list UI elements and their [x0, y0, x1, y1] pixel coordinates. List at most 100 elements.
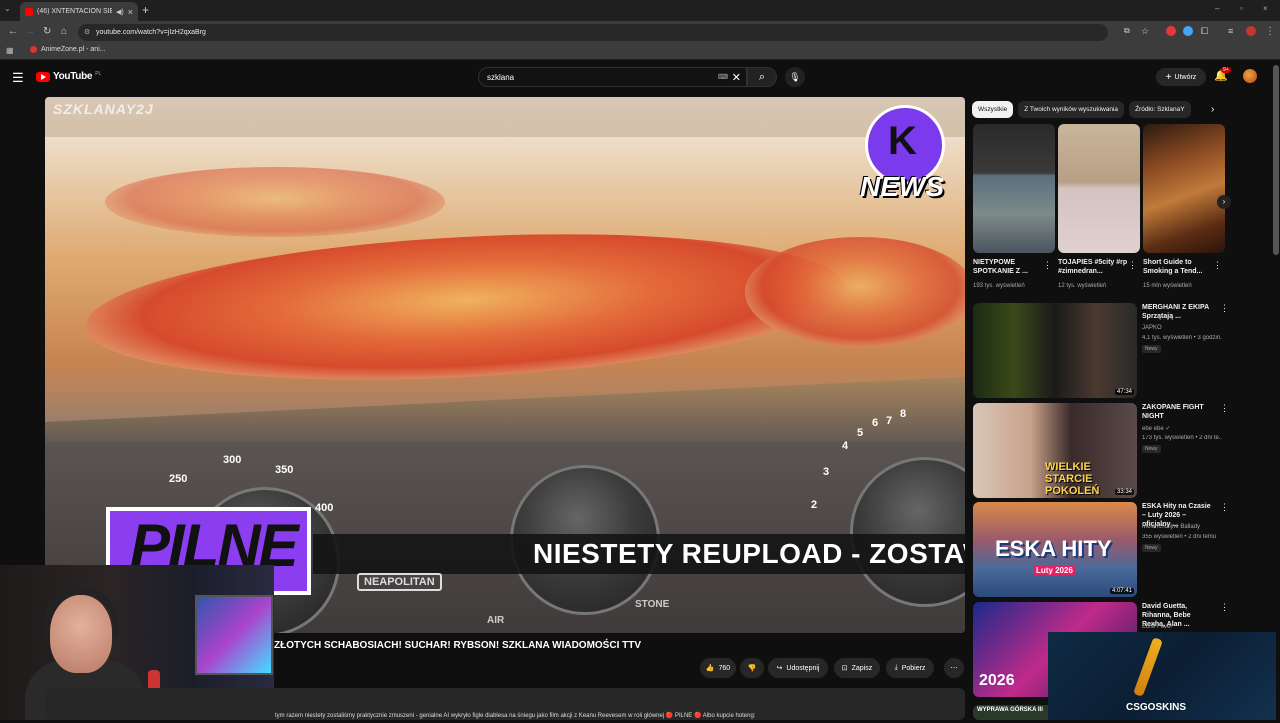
site-info-icon[interactable]: ⚙ [84, 28, 90, 36]
video-duration: 47:34 [1114, 389, 1134, 395]
search-button[interactable]: ⌕ [747, 67, 777, 87]
short-views: 15 mln wyświetleń [1143, 283, 1192, 289]
more-vert-icon[interactable]: ⋮ [1213, 260, 1222, 271]
video-title: ZŁOTYCH SCHABOSIACH! SUCHAR! RYBSON! SZK… [274, 640, 642, 651]
extension-icon[interactable] [1183, 26, 1193, 36]
reload-icon[interactable]: ↻ [43, 26, 51, 37]
chip-source[interactable]: Źródło: SzklanaY [1129, 101, 1191, 118]
short-views: 193 tys. wyświetleń [973, 283, 1025, 289]
media-control-icon[interactable]: ≡ [1228, 26, 1233, 36]
download-button[interactable]: ⤓ Pobierz [886, 658, 934, 678]
recommendation-title[interactable]: ZAKOPANE FIGHT NIGHT [1142, 403, 1214, 421]
chip-all[interactable]: Wszystkie [972, 101, 1014, 118]
share-button[interactable]: ↪ Udostępnij [768, 658, 828, 678]
thumbnail-text: WYPRAWA GÓRSKA III [977, 707, 1043, 713]
youtube-logo[interactable]: YouTube PL [36, 71, 101, 82]
more-vert-icon[interactable]: ⋮ [1043, 260, 1052, 271]
description-text: tym razem niestety zostaliśmy praktyczni… [275, 713, 756, 719]
channel-name[interactable]: Melancholijne Ballady [1142, 524, 1200, 530]
tab-list-icon[interactable]: ⌄ [4, 4, 11, 13]
short-thumbnail[interactable] [1058, 124, 1140, 253]
address-bar-row: ← → ↻ ⌂ ⚙ youtube.com/watch?v=jIzH2qxaBr… [0, 21, 1280, 43]
more-vert-icon[interactable]: ⋮ [1220, 602, 1229, 613]
thumbnail-text: ESKA HITY [995, 536, 1112, 561]
apps-grid-icon[interactable]: ▦ [6, 46, 14, 55]
bookmark-item[interactable]: AnimeZone.pl - ani... [30, 46, 106, 53]
thumbs-down-icon: 👎 [747, 665, 757, 672]
menu-kebab-icon[interactable]: ⋮ [1265, 26, 1275, 37]
extensions-puzzle-icon[interactable]: ⧠ [1201, 26, 1208, 37]
channel-name[interactable]: ebe ebe ✓ [1142, 425, 1170, 432]
oven-mode-label: NEAPOLITAN [357, 573, 442, 591]
video-thumbnail[interactable]: WIELKIE STARCIE POKOLEŃ 33:34 [973, 403, 1137, 498]
new-tab-icon[interactable]: + [142, 3, 149, 17]
bookmark-label: AnimeZone.pl - ani... [41, 46, 106, 53]
csgo-skins-overlay: CSGOSKINS [1048, 632, 1276, 720]
video-duration: 4:07:41 [1109, 588, 1134, 594]
dislike-button[interactable]: 👎 [740, 658, 764, 678]
save-label: Zapisz [851, 664, 873, 672]
short-title[interactable]: TOJAPIES #5city #rp #zimnedran... [1058, 258, 1128, 276]
page-scrollbar[interactable] [1273, 65, 1279, 255]
search-input[interactable]: szklana ⌨ ✕ [478, 67, 747, 87]
bookmark-favicon-icon [30, 46, 37, 53]
video-thumbnail[interactable]: ESKA HITY Luty 2026 4:07:41 [973, 502, 1137, 597]
url-field[interactable]: ⚙ youtube.com/watch?v=jIzH2qxaBrg [78, 24, 1108, 41]
more-actions-button[interactable]: ⋯ [944, 658, 964, 678]
browser-tab[interactable]: (46) XNTENTACION SIĘ CIE... ◀) × [20, 2, 138, 21]
video-stats: 173 tys. wyświetleń • 2 dni te... [1142, 435, 1222, 441]
ticker-text: NIESTETY REUPLOAD - ZOSTAW ŁA [533, 538, 965, 569]
menu-hamburger-icon[interactable]: ☰ [12, 70, 24, 86]
pizza-image [105, 167, 445, 237]
new-badge: Nowy [1142, 544, 1161, 552]
short-title[interactable]: Short Guide to Smoking a Tend... [1143, 258, 1213, 276]
bookmark-star-icon[interactable]: ☆ [1141, 26, 1149, 37]
share-label: Udostępnij [786, 664, 820, 672]
short-thumbnail[interactable] [1143, 124, 1225, 253]
home-icon[interactable]: ⌂ [61, 26, 67, 37]
video-duration: 33:34 [1114, 489, 1134, 495]
back-icon[interactable]: ← [8, 26, 18, 37]
news-ticker: NIESTETY REUPLOAD - ZOSTAW ŁA [313, 534, 965, 574]
video-player[interactable]: 250 300 350 400 2 3 4 5 6 7 8 SZKLANAY2J… [45, 97, 965, 633]
like-button[interactable]: 👍 760 [700, 658, 736, 678]
description-box[interactable]: tym razem niestety zostaliśmy praktyczni… [45, 688, 965, 720]
chevron-right-icon[interactable]: › [1217, 195, 1231, 209]
maximize-icon[interactable]: ▫ [1240, 4, 1243, 13]
more-vert-icon[interactable]: ⋮ [1220, 502, 1229, 513]
youtube-play-icon [36, 71, 50, 82]
new-badge: Nowy [1142, 445, 1161, 453]
dial-label: 2 [811, 499, 818, 511]
chevron-right-icon[interactable]: › [1211, 104, 1214, 115]
more-vert-icon[interactable]: ⋮ [1220, 303, 1229, 314]
keyboard-icon[interactable]: ⌨ [718, 73, 728, 81]
extension-icon[interactable] [1166, 26, 1176, 36]
voice-search-button[interactable]: 🎙 [785, 67, 805, 87]
video-thumbnail[interactable]: 47:34 [973, 303, 1137, 398]
more-vert-icon[interactable]: ⋮ [1128, 260, 1137, 271]
create-button[interactable]: + Utwórz [1156, 68, 1206, 86]
close-tab-icon[interactable]: × [128, 7, 133, 17]
profile-icon[interactable] [1246, 26, 1256, 36]
minimize-icon[interactable]: – [1215, 4, 1219, 13]
channel-name[interactable]: JAPKO [1142, 325, 1162, 331]
video-stats: 355 wyświetleń • 2 dni temu [1142, 534, 1217, 540]
forward-icon[interactable]: → [25, 26, 35, 37]
save-button[interactable]: ⊡ Zapisz [834, 658, 880, 678]
more-vert-icon[interactable]: ⋮ [1220, 403, 1229, 414]
short-thumbnail[interactable] [973, 124, 1055, 253]
country-code: PL [95, 70, 102, 77]
short-title[interactable]: NIETYPOWE SPOTKANIE Z ... [973, 258, 1043, 276]
headset-icon [44, 587, 118, 637]
k-news-logo: K NEWS [860, 105, 950, 210]
plus-icon: + [1165, 71, 1172, 83]
channel-name[interactable]: EDM Fever [1142, 624, 1172, 630]
install-icon[interactable]: ⧉ [1124, 26, 1130, 36]
recommendation-title[interactable]: MERGHANI Z EKIPA Sprzątają ... [1142, 303, 1214, 321]
bookmarks-bar: ▦ AnimeZone.pl - ani... [0, 43, 1280, 60]
speaker-icon[interactable]: ◀) [116, 8, 124, 16]
clear-search-icon[interactable]: ✕ [732, 71, 741, 84]
chip-search-results[interactable]: Z Twoich wyników wyszukiwania [1018, 101, 1125, 118]
user-avatar[interactable] [1243, 69, 1257, 83]
close-window-icon[interactable]: × [1263, 4, 1268, 13]
